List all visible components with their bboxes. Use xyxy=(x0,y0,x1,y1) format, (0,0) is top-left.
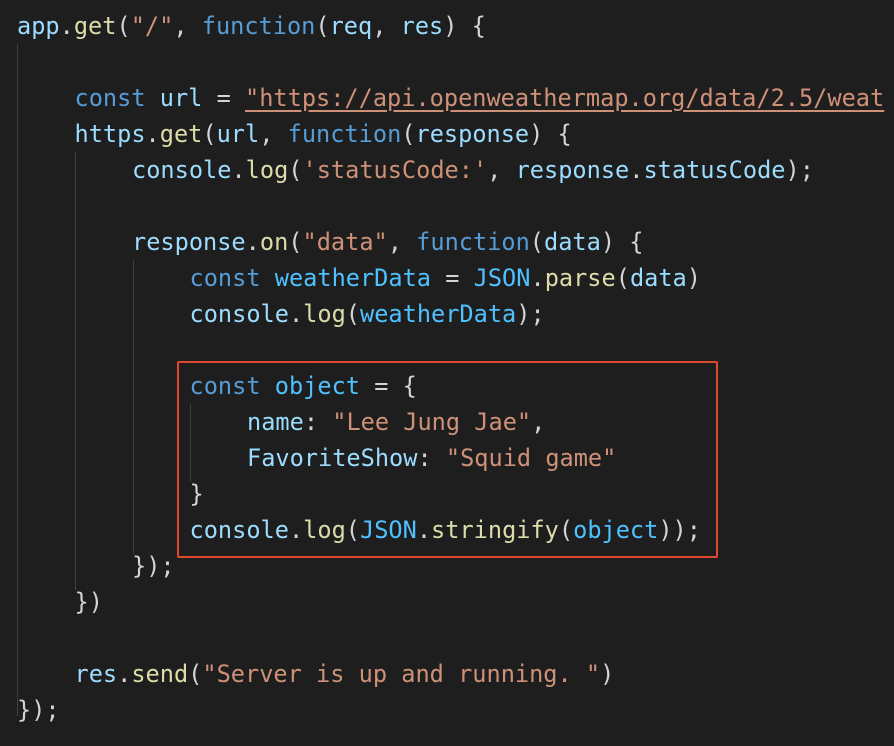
code-token: const xyxy=(189,264,261,292)
code-token: , xyxy=(487,156,516,184)
code-token: }); xyxy=(17,696,60,724)
code-token: ); xyxy=(516,300,545,328)
code-token: ) { xyxy=(443,12,486,40)
code-token: response xyxy=(515,156,630,184)
code-token: req xyxy=(329,12,373,40)
code-token: . xyxy=(288,300,304,328)
code-token: log xyxy=(245,156,289,184)
code-token: , xyxy=(387,228,417,256)
code-token: send xyxy=(131,660,189,688)
code-token: . xyxy=(145,120,160,148)
code-token: response xyxy=(415,120,530,148)
code-line: response.on("data", function(data) { xyxy=(132,224,643,260)
code-token: , xyxy=(372,12,401,40)
code-token: JSON xyxy=(473,264,531,292)
code-token: ); xyxy=(785,156,814,184)
code-token: "https://api.openweathermap.org/data/2.5… xyxy=(245,84,885,112)
code-token: = xyxy=(431,264,474,292)
code-token: = xyxy=(202,84,245,112)
code-token: https xyxy=(74,120,146,148)
code-token: function xyxy=(416,228,530,256)
code-token: . xyxy=(59,12,74,40)
code-token: console xyxy=(132,156,232,184)
code-token: . xyxy=(117,660,132,688)
code-token: "Server is up and running. " xyxy=(202,660,601,688)
code-line: console.log('statusCode:', response.stat… xyxy=(132,152,814,188)
code-token: . xyxy=(245,228,260,256)
code-token: res xyxy=(400,12,444,40)
code-token: data xyxy=(544,228,601,256)
code-token: weatherData xyxy=(360,300,517,328)
code-line: app.get("/", function(req, res) { xyxy=(17,8,486,44)
code-token: data xyxy=(629,264,687,292)
code-token: get xyxy=(159,120,203,148)
code-token: ) { xyxy=(529,120,572,148)
code-token: ( xyxy=(401,120,416,148)
code-token: ) xyxy=(686,264,701,292)
code-token: ( xyxy=(116,12,131,40)
code-line: const url = "https://api.openweathermap.… xyxy=(75,80,885,116)
code-token: get xyxy=(73,12,117,40)
code-token: . xyxy=(629,156,644,184)
code-line: }); xyxy=(17,692,60,728)
code-token: response xyxy=(132,228,246,256)
highlight-box xyxy=(177,361,718,558)
code-token: , xyxy=(259,120,288,148)
code-token: . xyxy=(231,156,246,184)
code-token: parse xyxy=(544,264,616,292)
code-token: . xyxy=(530,264,545,292)
indent-guide xyxy=(133,260,134,554)
code-token: ( xyxy=(615,264,630,292)
code-line: }) xyxy=(75,584,103,620)
code-token: function xyxy=(287,120,402,148)
code-token: 'statusCode:' xyxy=(302,156,488,184)
code-token: url xyxy=(159,84,203,112)
code-token: url xyxy=(216,120,260,148)
code-token: }) xyxy=(74,588,103,616)
code-token: ( xyxy=(288,156,303,184)
code-token: "data" xyxy=(302,228,388,256)
code-token: }); xyxy=(132,552,175,580)
code-token: "/" xyxy=(130,12,174,40)
code-token: ( xyxy=(288,228,303,256)
code-token: app xyxy=(17,12,60,40)
code-token: ( xyxy=(315,12,330,40)
code-token: res xyxy=(74,660,118,688)
code-token: , xyxy=(173,12,202,40)
code-token: weatherData xyxy=(274,264,432,292)
code-token: console xyxy=(189,300,289,328)
code-token: ) { xyxy=(600,228,644,256)
code-token: statusCode xyxy=(643,156,786,184)
indent-guide xyxy=(75,152,76,590)
code-token: ( xyxy=(345,300,360,328)
indent-guide xyxy=(17,44,18,716)
code-token: ( xyxy=(188,660,203,688)
code-token: ( xyxy=(529,228,545,256)
code-token: log xyxy=(303,300,346,328)
code-line: }); xyxy=(132,548,175,584)
code-token: on xyxy=(259,228,289,256)
code-line: res.send("Server is up and running. ") xyxy=(75,656,615,692)
code-editor[interactable]: app.get("/", function(req, res) {const u… xyxy=(0,0,894,746)
code-line: https.get(url, function(response) { xyxy=(75,116,572,152)
code-token: const xyxy=(74,84,146,112)
code-token: function xyxy=(201,12,316,40)
code-token: ) xyxy=(600,660,615,688)
code-token: ( xyxy=(202,120,217,148)
code-line: const weatherData = JSON.parse(data) xyxy=(190,260,701,296)
code-line: console.log(weatherData); xyxy=(190,296,545,332)
